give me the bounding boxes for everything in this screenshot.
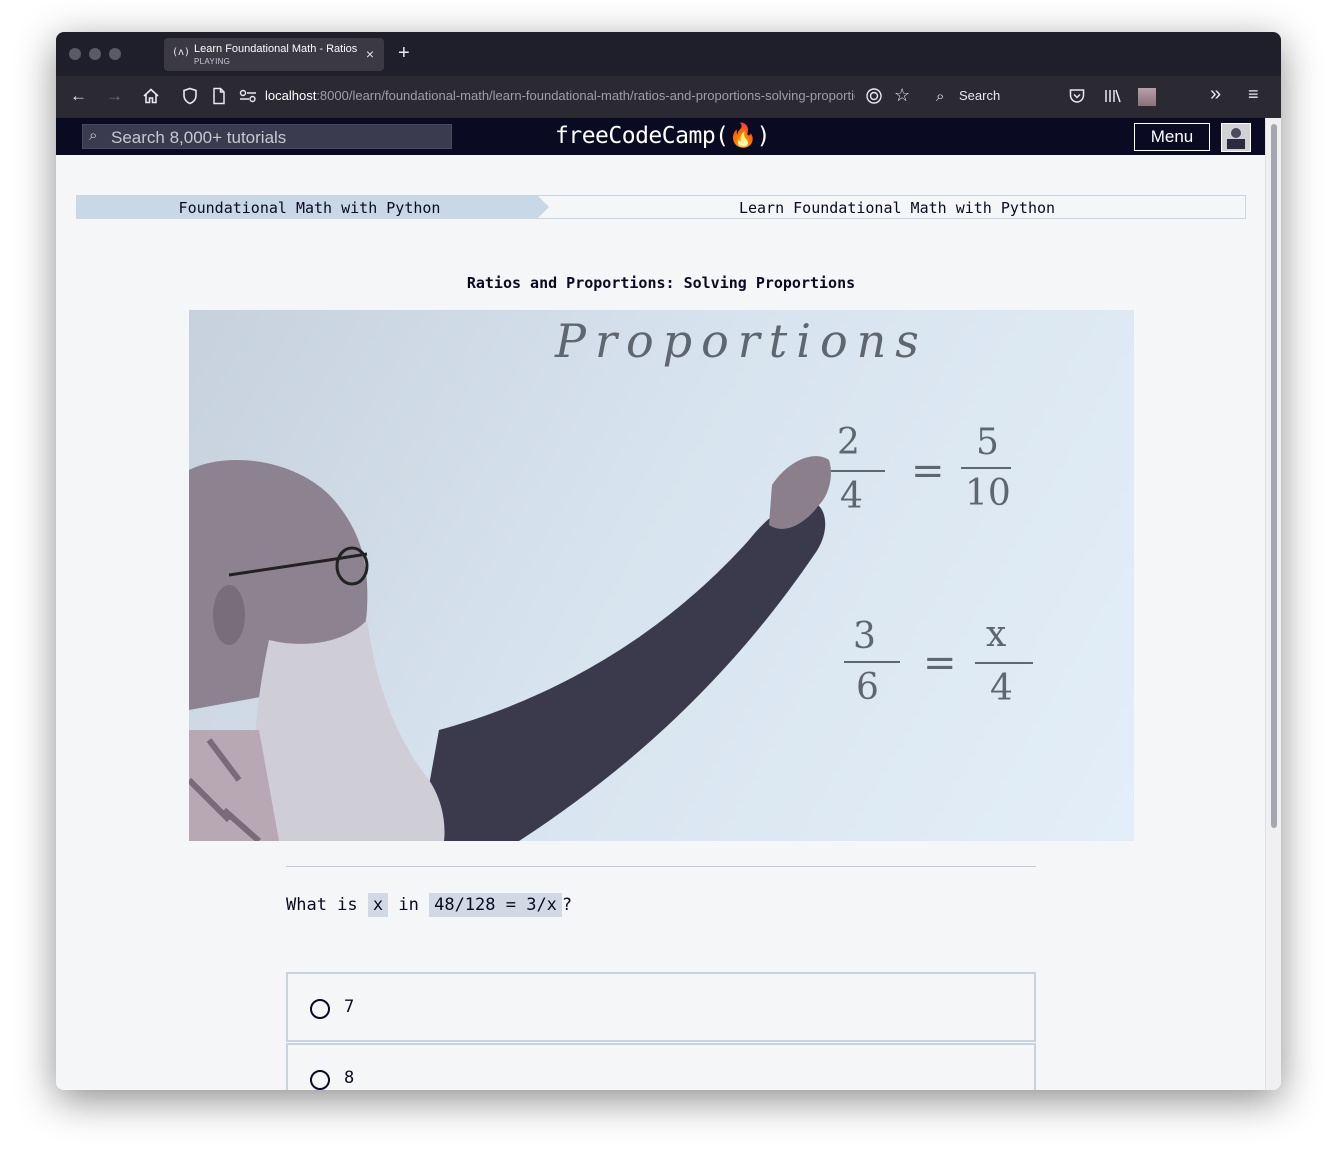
breadcrumb: Foundational Math with Python Learn Foun… xyxy=(76,195,1246,219)
question-middle: in xyxy=(388,895,430,915)
fcc-logo[interactable]: freeCodeCamp(🔥) xyxy=(555,122,771,149)
close-window-dot[interactable] xyxy=(69,48,81,60)
lesson-title: Ratios and Proportions: Solving Proporti… xyxy=(466,274,856,292)
scrollbar-track[interactable] xyxy=(1265,118,1281,1090)
navigation-toolbar: ← → localhost:8000/learn/foundational-ma… xyxy=(56,76,1281,118)
search-icon: ⌕ xyxy=(936,88,945,105)
search-box-label[interactable]: Search xyxy=(959,88,1000,103)
fcc-search-placeholder: Search 8,000+ tutorials xyxy=(111,128,287,147)
question-variable-code: x xyxy=(367,893,389,917)
fcc-search-bar[interactable]: ⌕ Search 8,000+ tutorials xyxy=(82,124,452,149)
shield-icon[interactable] xyxy=(182,87,198,105)
permissions-icon[interactable] xyxy=(238,88,258,104)
maximize-window-dot[interactable] xyxy=(109,48,121,60)
library-icon[interactable] xyxy=(1103,87,1123,105)
active-tab[interactable]: (ʌ) Learn Foundational Math - Ratios and… xyxy=(164,38,384,71)
url-path: :8000/learn/foundational-math/learn-foun… xyxy=(316,88,855,103)
fcc-favicon-icon: (ʌ) xyxy=(172,47,191,58)
instructor-figure xyxy=(189,456,831,841)
answer-option-label: 8 xyxy=(344,1068,355,1088)
search-icon: ⌕ xyxy=(89,127,98,144)
avatar[interactable] xyxy=(1221,123,1251,152)
tab-close-icon[interactable]: × xyxy=(366,46,374,62)
answer-option-label: 7 xyxy=(344,997,355,1017)
forward-arrow-icon[interactable]: → xyxy=(106,86,123,106)
tab-bar: (ʌ) Learn Foundational Math - Ratios and… xyxy=(56,32,1281,76)
content-divider xyxy=(286,866,1036,867)
page-icon[interactable] xyxy=(212,87,226,105)
menu-button[interactable]: Menu xyxy=(1134,123,1210,151)
tab-title: Learn Foundational Math - Ratios and Pro… xyxy=(194,43,359,55)
url-bar[interactable]: localhost:8000/learn/foundational-math/l… xyxy=(265,88,855,103)
page-viewport: ⌕ Search 8,000+ tutorials freeCodeCamp(🔥… xyxy=(56,118,1281,1090)
radio-button[interactable] xyxy=(310,1070,330,1090)
avatar-body xyxy=(1227,139,1245,149)
answer-option[interactable]: 7 xyxy=(286,972,1036,1042)
question-text: What is x in 48/128 = 3/x? xyxy=(286,893,573,917)
back-arrow-icon[interactable]: ← xyxy=(70,86,87,106)
tab-playing-label: PLAYING xyxy=(194,57,231,66)
question-prefix: What is xyxy=(286,895,368,915)
picture-in-picture-icon[interactable] xyxy=(865,87,883,105)
home-icon[interactable] xyxy=(142,87,160,105)
question-suffix: ? xyxy=(561,895,573,915)
breadcrumb-superblock[interactable]: Foundational Math with Python xyxy=(77,199,542,217)
breadcrumb-block[interactable]: Learn Foundational Math with Python xyxy=(549,199,1245,217)
hamburger-menu-icon[interactable]: ≡ xyxy=(1248,84,1259,104)
extension-icon[interactable] xyxy=(1138,88,1156,106)
fcc-navbar: ⌕ Search 8,000+ tutorials freeCodeCamp(🔥… xyxy=(56,118,1266,155)
bookmark-star-icon[interactable]: ☆ xyxy=(894,85,910,105)
radio-button[interactable] xyxy=(310,999,330,1019)
overflow-chevrons-icon[interactable]: » xyxy=(1210,84,1221,104)
video-player[interactable]: Proportions 2 4 = 5 10 3 6 = x 4 xyxy=(189,310,1134,841)
new-tab-icon[interactable]: + xyxy=(398,42,410,65)
answer-option[interactable]: 8 xyxy=(286,1043,1036,1090)
avatar-head xyxy=(1231,128,1241,138)
browser-window: (ʌ) Learn Foundational Math - Ratios and… xyxy=(56,32,1281,1090)
url-host: localhost xyxy=(265,88,317,103)
question-expression-code: 48/128 = 3/x xyxy=(429,893,562,917)
minimize-window-dot[interactable] xyxy=(89,48,101,60)
pocket-icon[interactable] xyxy=(1068,87,1086,105)
scrollbar-thumb[interactable] xyxy=(1271,124,1277,828)
